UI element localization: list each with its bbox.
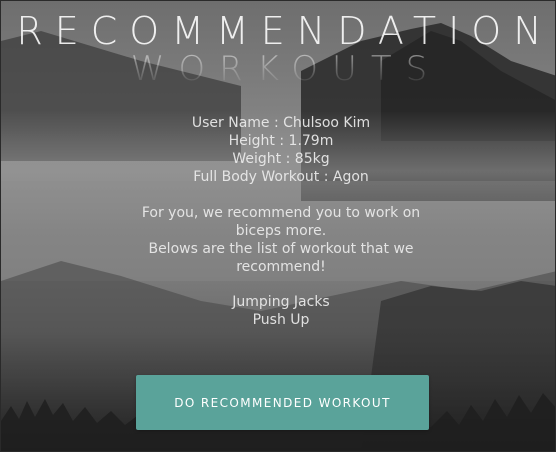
user-name-text: User Name : Chulsoo Kim [191, 115, 371, 131]
height-text: Height : 1.79m [228, 133, 334, 149]
message-line: biceps more. [235, 223, 327, 239]
workout-item-push-up: Push Up [252, 312, 310, 328]
recommendation-screen: RECOMMENDATION WORKOUTS User Name : Chul… [0, 0, 556, 452]
message-line: Belows are the list of workout that we [148, 241, 414, 257]
workout-item-jumping-jacks: Jumping Jacks [232, 294, 330, 310]
do-recommended-workout-button[interactable]: DO RECOMMENDED WORKOUT [136, 375, 429, 430]
message-line: recommend! [236, 259, 326, 275]
recommendation-message: For you, we recommend you to work on bic… [131, 204, 431, 276]
workout-list: Jumping Jacks Push Up [131, 293, 431, 329]
user-profile: User Name : Chulsoo Kim Height : 1.79m W… [131, 114, 431, 186]
weight-text: Weight : 85kg [232, 151, 330, 167]
message-line: For you, we recommend you to work on [141, 205, 421, 221]
page-title: RECOMMENDATION [16, 9, 554, 53]
full-body-workout-text: Full Body Workout : Agon [193, 169, 369, 185]
page-subtitle: WORKOUTS [1, 49, 555, 89]
